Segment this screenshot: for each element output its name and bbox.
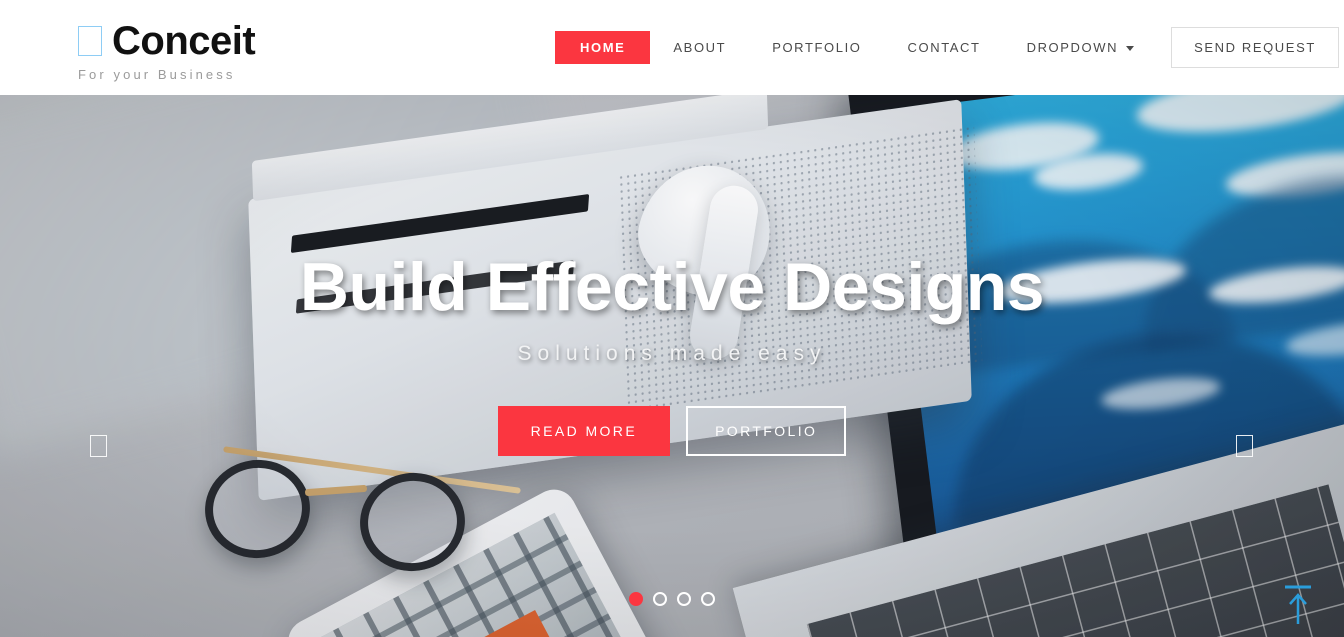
portfolio-button[interactable]: PORTFOLIO [686, 406, 847, 456]
hero-subtitle: Solutions made easy [517, 342, 827, 365]
site-header: Conceit For your Business HOME ABOUT POR… [0, 0, 1344, 95]
carousel-indicators [0, 592, 1344, 606]
carousel-dot-4[interactable] [701, 592, 715, 606]
carousel-next-arrow-icon[interactable] [1236, 435, 1253, 457]
brand-name: Conceit [112, 19, 256, 63]
hero-carousel: ace Build Effective Designs Solutions ma… [0, 95, 1344, 637]
nav-item-dropdown[interactable]: DROPDOWN [1004, 31, 1158, 64]
carousel-dot-2[interactable] [653, 592, 667, 606]
square-glyph-icon [78, 26, 102, 56]
nav-item-dropdown-label: DROPDOWN [1026, 40, 1119, 55]
nav-item-portfolio[interactable]: PORTFOLIO [749, 31, 884, 64]
nav-item-about-label: ABOUT [673, 40, 727, 55]
brand-tagline: For your Business [78, 67, 236, 82]
chevron-down-icon [1126, 46, 1135, 51]
nav-item-about[interactable]: ABOUT [650, 31, 749, 64]
scroll-to-top-button[interactable] [1276, 577, 1318, 629]
nav-item-home-label: HOME [580, 40, 626, 55]
carousel-dot-1[interactable] [629, 592, 643, 606]
read-more-button[interactable]: READ MORE [497, 406, 671, 456]
main-navigation: HOME ABOUT PORTFOLIO CONTACT DROPDOWN SE… [555, 0, 1339, 95]
hero-title: Build Effective Designs [299, 249, 1045, 325]
carousel-dot-3[interactable] [677, 592, 691, 606]
send-request-button[interactable]: SEND REQUEST [1171, 27, 1339, 68]
carousel-prev-arrow-icon[interactable] [90, 435, 107, 457]
nav-item-home[interactable]: HOME [555, 31, 651, 64]
brand-row: Conceit [78, 19, 256, 63]
hero-content: Build Effective Designs Solutions made e… [0, 95, 1344, 637]
nav-item-contact-label: CONTACT [907, 40, 981, 55]
nav-item-contact[interactable]: CONTACT [885, 31, 1004, 64]
arrow-up-icon [1285, 585, 1311, 624]
brand-logo[interactable]: Conceit For your Business [78, 19, 256, 82]
nav-item-portfolio-label: PORTFOLIO [772, 40, 862, 55]
hero-button-group: READ MORE PORTFOLIO [497, 406, 847, 456]
